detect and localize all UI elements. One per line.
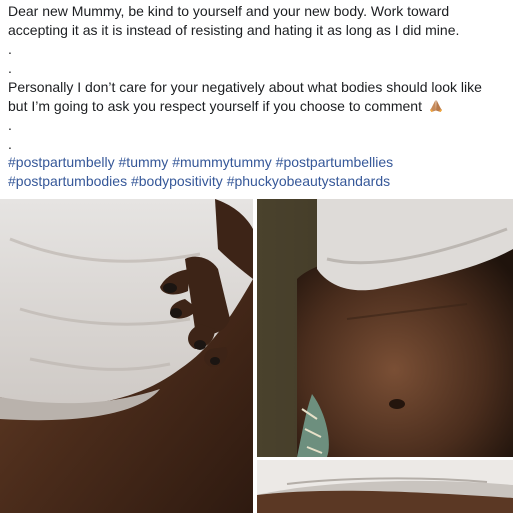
post-text-line: Personally I don’t care for your negativ… — [8, 79, 482, 95]
post-text-line: . — [8, 117, 12, 133]
hashtag-link[interactable]: #phuckyobeautystandards — [227, 173, 390, 189]
hashtag-row: #postpartumbodies #bodypositivity #phuck… — [8, 172, 390, 191]
hashtag-link[interactable]: #postpartumbellies — [276, 154, 394, 170]
praying-hands-icon — [428, 99, 444, 113]
hashtag-link[interactable]: #bodypositivity — [131, 173, 223, 189]
hashtag-link[interactable]: #tummy — [119, 154, 169, 170]
post-text-line: accepting it as it is instead of resisti… — [8, 22, 460, 38]
hashtag-link[interactable]: #postpartumbelly — [8, 154, 115, 170]
hashtag-link[interactable]: #mummytummy — [172, 154, 272, 170]
hashtag-link[interactable]: #postpartumbodies — [8, 173, 127, 189]
belly-photo-right-top[interactable] — [257, 199, 513, 457]
post-text-line: . — [8, 136, 12, 152]
post-text-line: . — [8, 41, 12, 57]
hashtag-row: #postpartumbelly #tummy #mummytummy #pos… — [8, 153, 393, 172]
post-text-segment: but I’m going to ask you respect yoursel… — [8, 98, 422, 114]
post-text-line: Dear new Mummy, be kind to yourself and … — [8, 3, 450, 19]
belly-photo-right-bottom[interactable] — [257, 460, 513, 513]
belly-photo-left[interactable] — [0, 199, 253, 513]
post-text-line: but I’m going to ask you respect yoursel… — [8, 97, 444, 116]
post-text-line: . — [8, 60, 12, 76]
